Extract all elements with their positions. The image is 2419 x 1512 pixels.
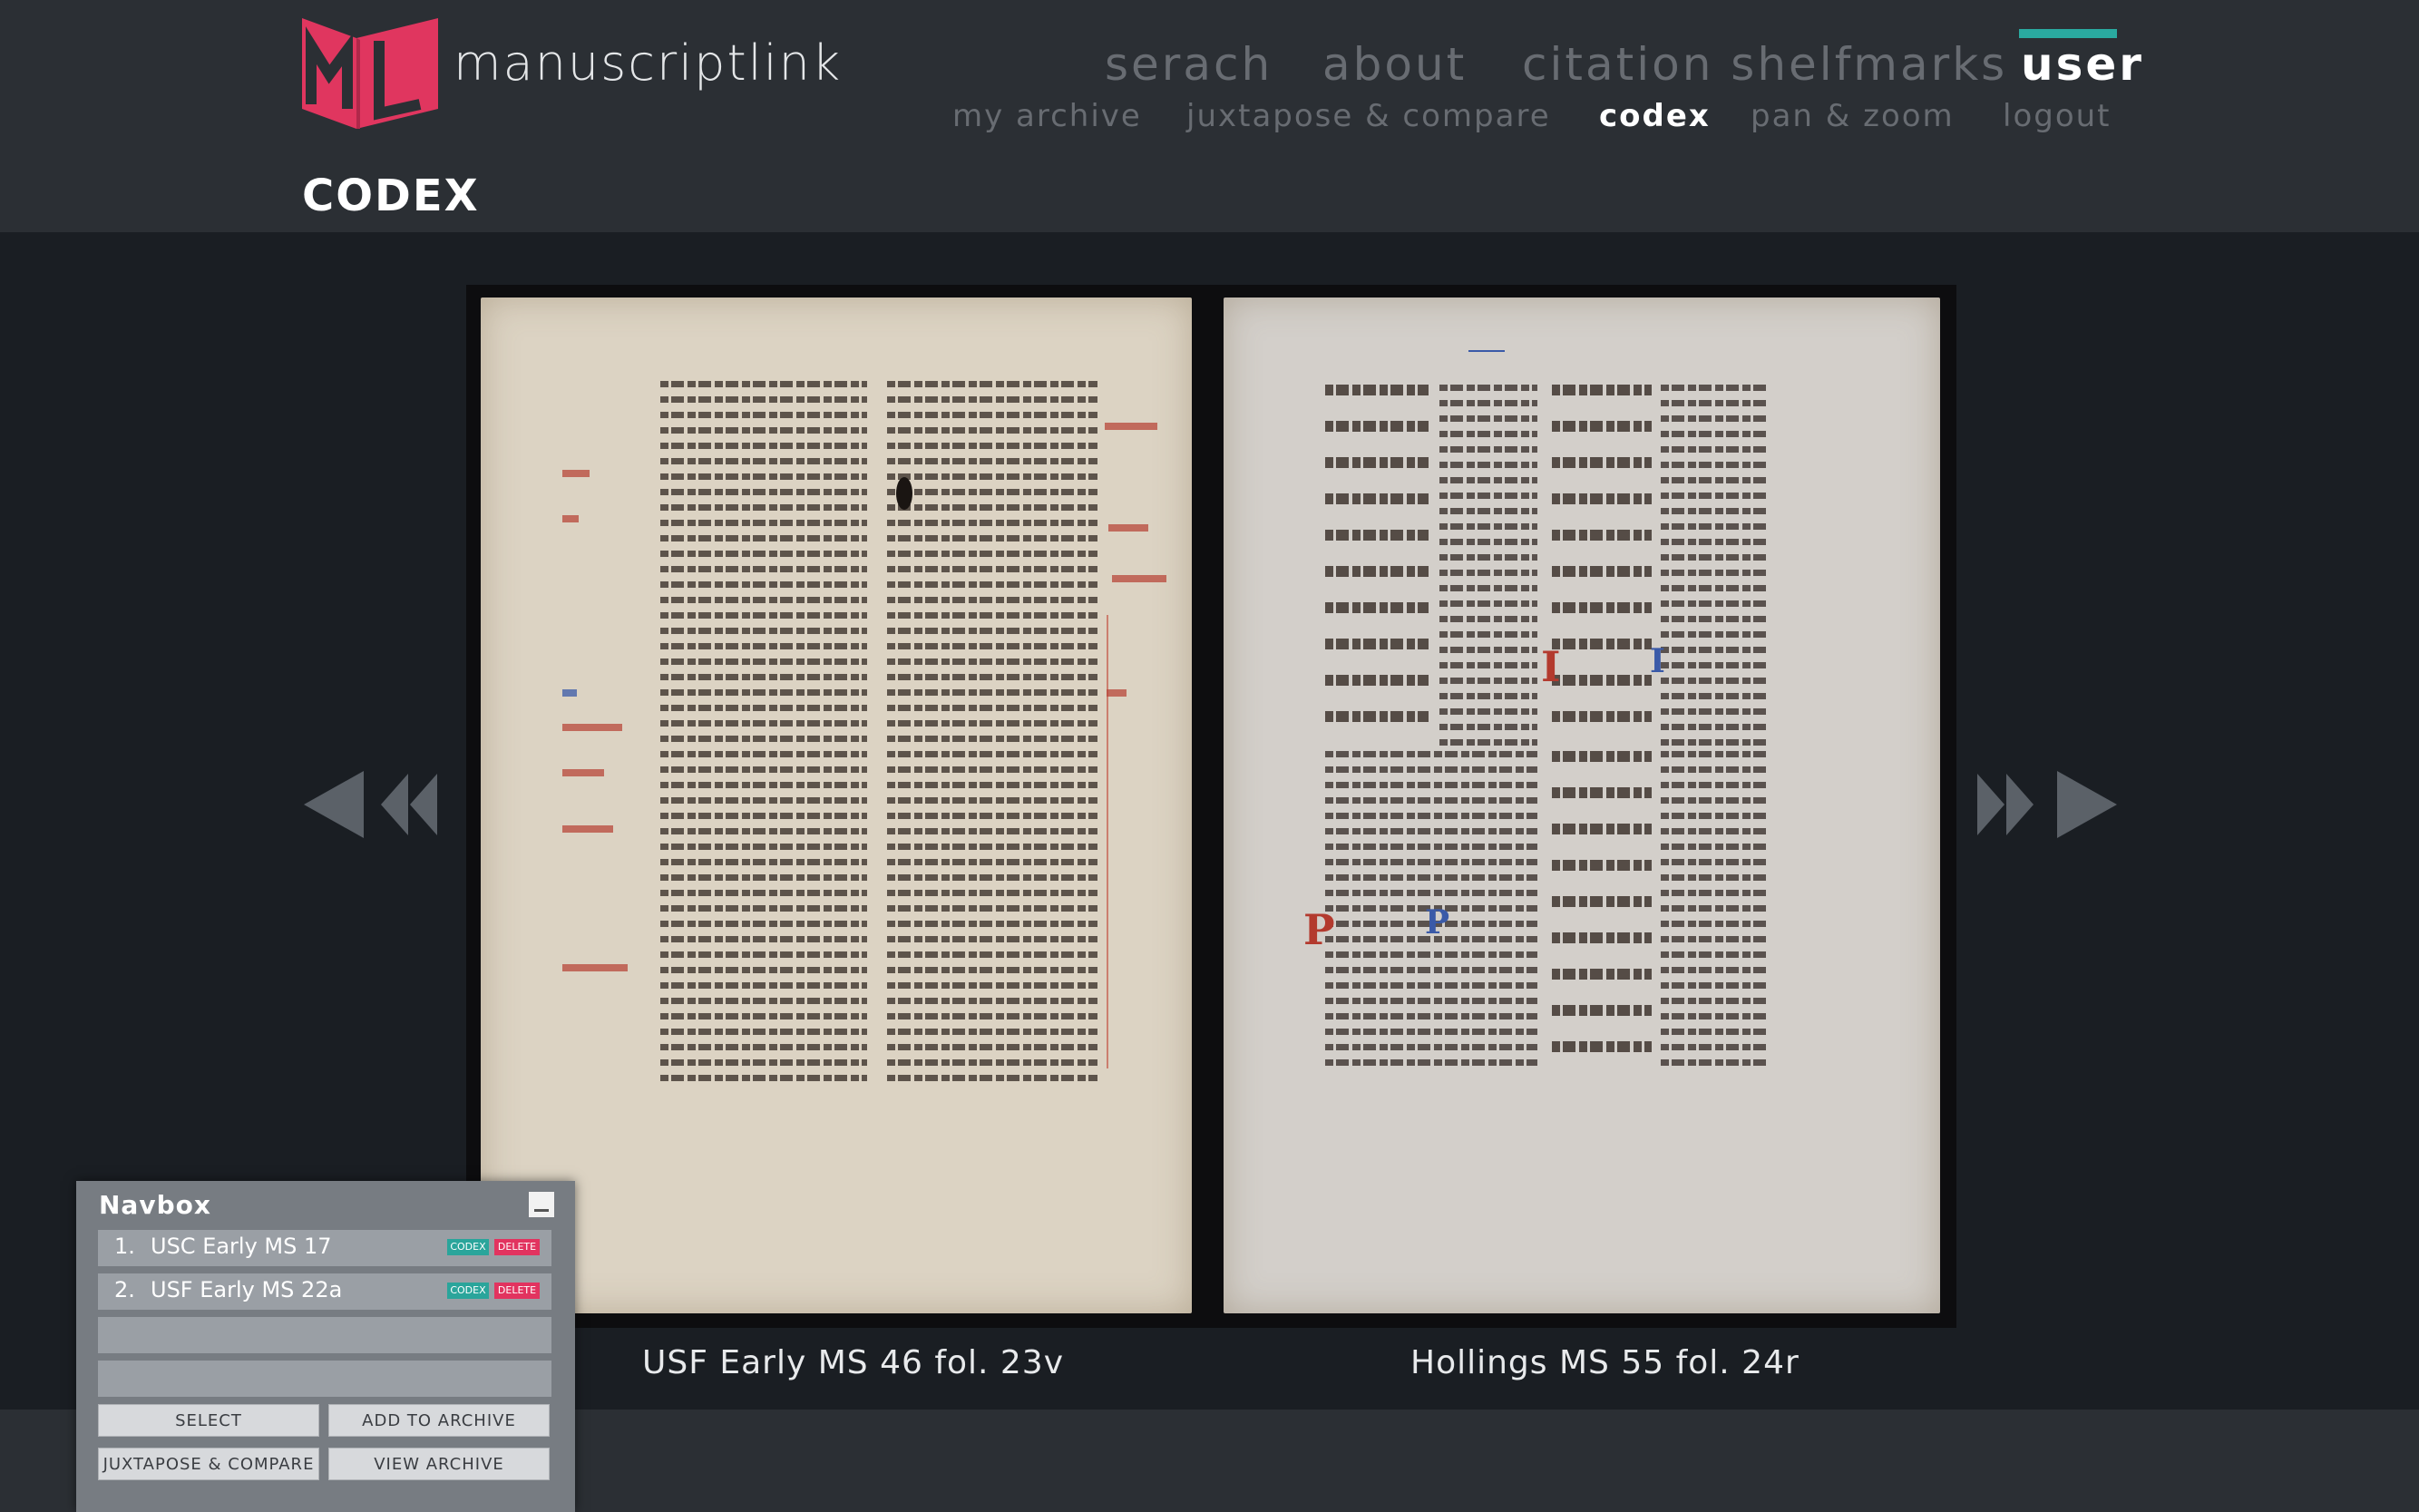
- next-page-icon[interactable]: [2057, 771, 2117, 842]
- navbox-panel[interactable]: Navbox 1. USC Early MS 17 CODEX DELETE 2…: [76, 1181, 575, 1512]
- right-page-text-column-2: [1439, 385, 1537, 747]
- marginal-note: [562, 769, 604, 776]
- navbox-empty-slot[interactable]: [98, 1317, 551, 1353]
- right-page-text-column-7: [1661, 751, 1770, 1068]
- illuminated-initial: I: [1541, 642, 1561, 691]
- right-manuscript-page[interactable]: I I P P: [1224, 298, 1940, 1313]
- add-to-archive-button[interactable]: ADD TO ARCHIVE: [328, 1404, 550, 1437]
- left-page-caption: USF Early MS 46 fol. 23v: [642, 1344, 1065, 1381]
- left-page-text-column-2: [887, 381, 1097, 1088]
- delete-button[interactable]: DELETE: [494, 1239, 540, 1255]
- subnav-juxtapose-compare[interactable]: juxtapose & compare: [1186, 98, 1551, 134]
- delete-button[interactable]: DELETE: [494, 1283, 540, 1299]
- nav-user[interactable]: user: [2021, 38, 2144, 91]
- subnav-pan-zoom[interactable]: pan & zoom: [1751, 98, 1955, 134]
- marginal-note: [562, 724, 622, 731]
- right-page-caption: Hollings MS 55 fol. 24r: [1410, 1344, 1800, 1381]
- marginal-note: [562, 825, 613, 833]
- juxtapose-compare-button[interactable]: JUXTAPOSE & COMPARE: [98, 1448, 319, 1480]
- codex-viewer[interactable]: I I P P: [466, 285, 1956, 1328]
- navbox-list-item[interactable]: 1. USC Early MS 17 CODEX DELETE: [98, 1230, 551, 1266]
- active-nav-indicator: [2019, 29, 2117, 38]
- list-item-name: USF Early MS 22a: [151, 1277, 343, 1302]
- marginal-note: [562, 689, 577, 697]
- rewind-icon[interactable]: [381, 774, 437, 839]
- left-manuscript-page[interactable]: [481, 298, 1192, 1313]
- list-item-number: 1.: [114, 1234, 135, 1259]
- marginal-note: [1112, 575, 1166, 582]
- codex-button[interactable]: CODEX: [447, 1283, 489, 1299]
- nav-search[interactable]: serach: [1105, 38, 1273, 91]
- illuminated-initial: P: [1425, 903, 1450, 941]
- view-archive-button[interactable]: VIEW ARCHIVE: [328, 1448, 550, 1480]
- ink-blot: [896, 477, 912, 510]
- list-item-name: USC Early MS 17: [151, 1234, 332, 1259]
- manuscriptlink-logo-icon[interactable]: [302, 18, 438, 129]
- subnav-codex[interactable]: codex: [1599, 98, 1711, 134]
- navbox-list-item[interactable]: 2. USF Early MS 22a CODEX DELETE: [98, 1273, 551, 1310]
- right-page-text-column-1: [1325, 385, 1429, 747]
- nav-about[interactable]: about: [1322, 38, 1467, 91]
- illuminated-initial: P: [1303, 905, 1335, 954]
- minimize-icon[interactable]: [529, 1192, 554, 1217]
- subnav-my-archive[interactable]: my archive: [952, 98, 1142, 134]
- page-title: CODEX: [302, 171, 480, 221]
- select-button[interactable]: SELECT: [98, 1404, 319, 1437]
- right-page-text-column-3: [1552, 385, 1652, 747]
- right-page-text-column-6: [1552, 751, 1652, 1068]
- right-page-text-column-4: [1661, 385, 1770, 747]
- marginal-note: [1107, 689, 1127, 697]
- marginal-note: [562, 470, 590, 477]
- margin-rule: [1107, 615, 1108, 1068]
- left-page-text-column-1: [660, 381, 867, 1088]
- marginal-note: [1108, 524, 1148, 532]
- running-header-mark: [1468, 334, 1505, 352]
- list-item-number: 2.: [114, 1277, 135, 1302]
- subnav-logout[interactable]: logout: [2003, 98, 2112, 134]
- navbox-empty-slot[interactable]: [98, 1361, 551, 1397]
- codex-button[interactable]: CODEX: [447, 1239, 489, 1255]
- marginal-note: [562, 964, 628, 971]
- brand-name: manuscriptlink: [454, 34, 843, 92]
- illuminated-initial: I: [1650, 642, 1665, 680]
- marginal-note: [562, 515, 579, 522]
- navbox-title: Navbox: [99, 1190, 211, 1220]
- nav-citation-shelfmarks[interactable]: citation shelfmarks: [1522, 38, 2007, 91]
- marginal-note: [1105, 423, 1157, 430]
- site-header: manuscriptlink serach about citation she…: [0, 0, 2419, 232]
- fast-forward-icon[interactable]: [1977, 774, 2034, 839]
- previous-page-icon[interactable]: [304, 771, 364, 842]
